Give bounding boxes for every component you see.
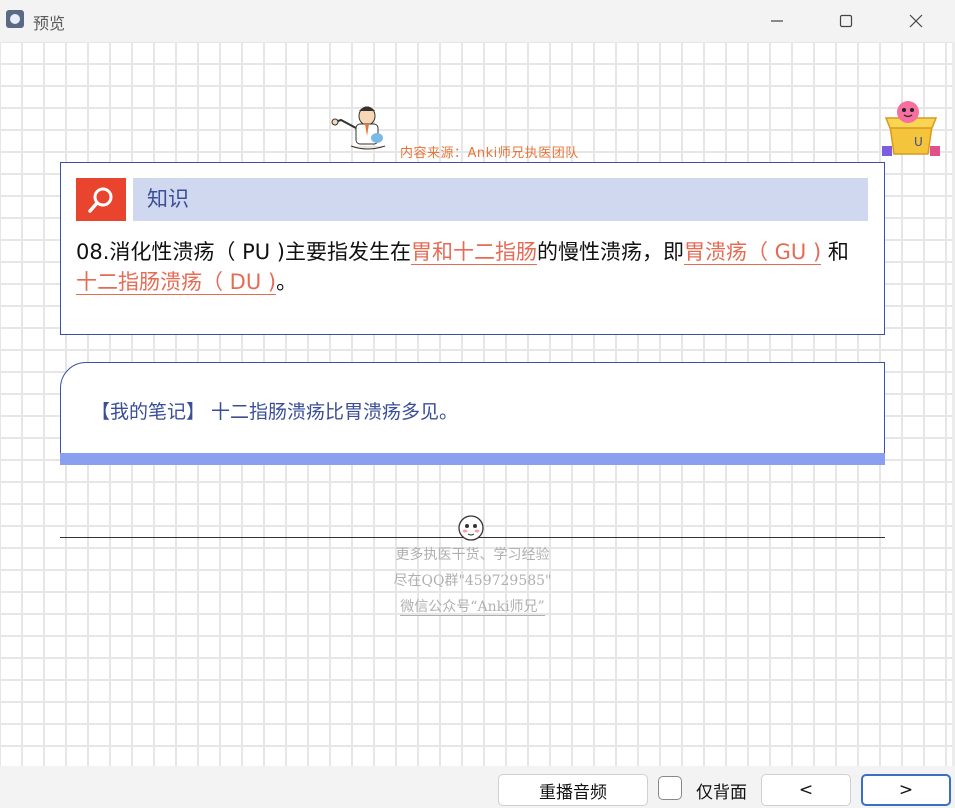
highlight-cloze: 十二指肠溃疡（ DU ) bbox=[76, 270, 277, 295]
my-note-card: 【我的笔记】 十二指肠溃疡比胃溃疡多见。 bbox=[60, 362, 885, 454]
my-note-text: 【我的笔记】 十二指肠溃疡比胃溃疡多见。 bbox=[91, 401, 459, 423]
maximize-button[interactable] bbox=[823, 0, 869, 42]
highlight-cloze: 胃溃疡（ GU ) bbox=[683, 240, 822, 265]
search-icon bbox=[88, 187, 113, 213]
maximize-icon bbox=[839, 14, 853, 28]
svg-text:U: U bbox=[914, 135, 923, 149]
footer-line: 尽在QQ群"459729585" bbox=[393, 573, 552, 589]
close-icon bbox=[909, 14, 923, 28]
knowledge-text-part: 和 bbox=[821, 240, 849, 264]
cartoon-doctor-icon bbox=[331, 106, 386, 150]
knowledge-card: 知识 08.消化性溃疡（ PU )主要指发生在胃和十二指肠的慢性溃疡，即胃溃疡（… bbox=[60, 162, 885, 335]
title-bar: 预览 bbox=[0, 0, 955, 42]
footer-line: 更多执医干货、学习经验 bbox=[395, 547, 550, 563]
knowledge-text-part: 。 bbox=[276, 270, 298, 294]
search-icon-box bbox=[76, 178, 126, 221]
previous-button[interactable]: < bbox=[761, 774, 851, 806]
app-icon bbox=[6, 10, 24, 28]
bottom-toolbar: 重播音频 仅背面 < > bbox=[0, 766, 955, 808]
knowledge-text-part: 08.消化性溃疡（ PU )主要指发生在 bbox=[76, 240, 411, 264]
back-only-label: 仅背面 bbox=[696, 783, 747, 803]
content-source: 内容来源：Anki师兄执医团队 bbox=[400, 146, 579, 161]
minimize-icon bbox=[771, 20, 783, 22]
footer-line: 微信公众号“Anki师兄” bbox=[400, 599, 545, 616]
back-only-checkbox[interactable] bbox=[658, 776, 682, 800]
knowledge-header: 知识 bbox=[76, 178, 868, 221]
note-accent-bar bbox=[60, 453, 885, 465]
cartoon-face-icon bbox=[458, 515, 484, 541]
knowledge-label: 知识 bbox=[133, 178, 868, 221]
window-title: 预览 bbox=[33, 14, 66, 33]
footer-info: 更多执医干货、学习经验 尽在QQ群"459729585" 微信公众号“Anki师… bbox=[0, 542, 945, 620]
replay-audio-button[interactable]: 重播音频 bbox=[498, 774, 648, 806]
close-button[interactable] bbox=[893, 0, 939, 42]
knowledge-text: 08.消化性溃疡（ PU )主要指发生在胃和十二指肠的慢性溃疡，即胃溃疡（ GU… bbox=[76, 237, 866, 297]
minimize-button[interactable] bbox=[754, 0, 800, 42]
card-preview-area[interactable]: 内容来源：Anki师兄执医团队 U 知识 08.消化性溃疡（ PU )主要指发生… bbox=[0, 42, 952, 766]
knowledge-text-part: 的慢性溃疡，即 bbox=[536, 240, 684, 264]
gift-box-mascot-icon: U bbox=[882, 101, 940, 156]
next-button[interactable]: > bbox=[861, 774, 951, 806]
highlight-cloze: 胃和十二指肠 bbox=[410, 240, 537, 265]
